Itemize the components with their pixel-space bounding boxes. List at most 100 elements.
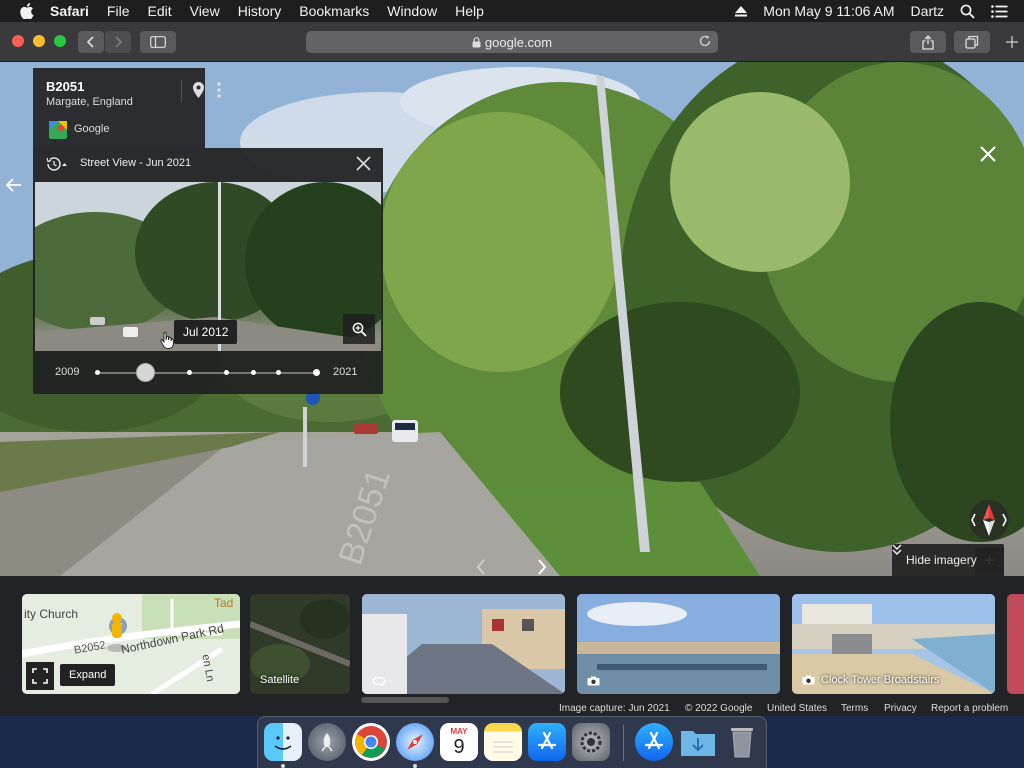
place-location: Margate, England: [46, 96, 133, 108]
menu-view[interactable]: View: [190, 3, 220, 19]
street-photo-thumbnail: [362, 594, 565, 694]
minimap-card[interactable]: ity Church B2052 Northdown Park Rd Tad e…: [22, 594, 240, 694]
date-tooltip: Jul 2012: [174, 320, 238, 344]
dock: MAY 9: [257, 716, 767, 768]
time-machine-title: Street View - Jun 2021: [80, 157, 192, 169]
slider-end-year: 2021: [333, 366, 358, 378]
window-zoom-button[interactable]: [54, 35, 66, 47]
time-machine-header: Street View - Jun 2021: [33, 148, 383, 181]
expand-icon: [32, 668, 48, 684]
control-center-list-icon[interactable]: [991, 4, 1008, 18]
compass-icon[interactable]: [967, 498, 1011, 542]
tab-overview-button[interactable]: [954, 31, 990, 53]
google-maps-icon: [49, 121, 67, 139]
slider-tick[interactable]: [276, 370, 281, 375]
terms-link[interactable]: Terms: [841, 703, 868, 714]
back-button[interactable]: [78, 31, 104, 53]
spotlight-search-icon[interactable]: [960, 4, 975, 19]
system-preferences-icon[interactable]: [572, 723, 610, 761]
place-road-name: B2051: [46, 79, 85, 94]
calendar-icon[interactable]: MAY 9: [440, 723, 478, 761]
menu-file[interactable]: File: [107, 3, 130, 19]
menu-bookmarks[interactable]: Bookmarks: [299, 3, 369, 19]
hide-imagery-label: Hide imagery: [906, 553, 977, 567]
more-options-icon[interactable]: [217, 82, 221, 98]
clock-tower-label: Clock Tower Broadstairs: [802, 674, 939, 686]
satellite-label: Satellite: [260, 674, 300, 686]
reload-icon[interactable]: [698, 34, 712, 48]
slider-tick[interactable]: [187, 370, 192, 375]
window-close-button[interactable]: [12, 35, 24, 47]
minimap-label-church: ity Church: [24, 607, 79, 621]
camera-icon: [802, 675, 815, 685]
lock-icon: [472, 36, 481, 48]
slider-tick[interactable]: [251, 370, 256, 375]
notes-icon[interactable]: [484, 723, 522, 761]
menu-app-safari[interactable]: Safari: [50, 3, 89, 19]
magnify-plus-icon: [352, 322, 367, 337]
calendar-day: 9: [453, 735, 465, 758]
slider-start-year: 2009: [55, 366, 80, 378]
map-pin-icon[interactable]: [193, 82, 204, 98]
slider-tick[interactable]: [224, 370, 229, 375]
hide-imagery-button[interactable]: Hide imagery: [892, 544, 1004, 576]
slider-tick[interactable]: [313, 369, 320, 376]
360-photo-icon: [372, 676, 386, 686]
menubar-clock[interactable]: Mon May 9 11:06 AM: [763, 3, 894, 19]
zoom-preview-button[interactable]: [343, 314, 375, 344]
new-tab-icon[interactable]: [1000, 31, 1024, 53]
region-link[interactable]: United States: [767, 703, 827, 714]
close-panel-icon[interactable]: [356, 156, 371, 171]
browser-toolbar: google.com: [0, 22, 1024, 62]
window-minimize-button[interactable]: [33, 35, 45, 47]
place-source: Google: [74, 123, 110, 135]
menu-window[interactable]: Window: [387, 3, 437, 19]
slider-knob[interactable]: [136, 363, 155, 382]
clock-tower-title: Clock Tower Broadstairs: [821, 674, 940, 686]
report-problem-link[interactable]: Report a problem: [931, 703, 1008, 714]
beach-photo-thumbnail: [577, 594, 780, 694]
downloads-folder-icon[interactable]: [679, 723, 717, 761]
apple-icon[interactable]: [20, 3, 36, 19]
next-photo-card[interactable]: [1007, 594, 1024, 694]
forward-button[interactable]: [105, 31, 131, 53]
beach-photo-card[interactable]: [577, 594, 780, 694]
menu-help[interactable]: Help: [455, 3, 484, 19]
privacy-link[interactable]: Privacy: [884, 703, 917, 714]
slider-tick[interactable]: [95, 370, 100, 375]
clock-tower-card[interactable]: Clock Tower Broadstairs: [792, 594, 995, 694]
expand-map-button[interactable]: [26, 662, 54, 690]
sidebar-toggle-button[interactable]: [140, 31, 176, 53]
launchpad-icon[interactable]: [308, 723, 346, 761]
imagery-filmstrip: ity Church B2052 Northdown Park Rd Tad e…: [0, 576, 1024, 716]
slider-track[interactable]: [97, 372, 317, 374]
menu-edit[interactable]: Edit: [147, 3, 171, 19]
year-slider[interactable]: 2009 2021: [33, 362, 383, 384]
dock-separator: [623, 725, 624, 761]
running-indicator: [413, 764, 417, 768]
satellite-card[interactable]: Satellite: [250, 594, 350, 694]
history-clock-icon[interactable]: [45, 157, 67, 171]
address-bar[interactable]: google.com: [306, 31, 718, 53]
expand-tooltip: Expand: [60, 664, 116, 686]
street-photo-label: [372, 676, 392, 686]
safari-icon[interactable]: [396, 723, 434, 761]
menu-history[interactable]: History: [238, 3, 282, 19]
menubar: Safari File Edit View History Bookmarks …: [0, 0, 1024, 22]
app-store-icon[interactable]: [528, 723, 566, 761]
camera-icon: [587, 676, 600, 686]
finder-icon[interactable]: [264, 723, 302, 761]
street-photo-card[interactable]: [362, 594, 565, 694]
chrome-icon[interactable]: [352, 723, 390, 761]
trash-icon[interactable]: [723, 723, 761, 761]
share-button[interactable]: [910, 31, 946, 53]
time-machine-panel: Street View - Jun 2021 2009 2021: [33, 148, 383, 394]
calendar-month: MAY: [450, 726, 468, 736]
copyright-text: © 2022 Google: [685, 703, 753, 714]
app-store-folder-icon[interactable]: [635, 723, 673, 761]
menubar-user[interactable]: Dartz: [911, 3, 944, 19]
eject-icon[interactable]: [735, 5, 748, 17]
hand-cursor-icon: [160, 332, 174, 349]
place-card: B2051 Margate, England Google: [33, 68, 221, 148]
footer-bar: Image capture: Jun 2021 © 2022 Google Un…: [0, 702, 1024, 716]
